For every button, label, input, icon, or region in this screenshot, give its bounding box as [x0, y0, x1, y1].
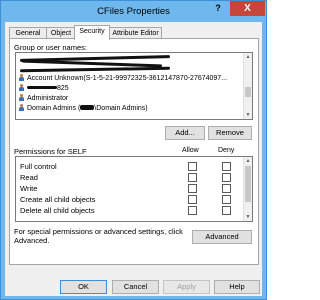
permissions-scrollbar[interactable]: ▲ ▼ — [243, 157, 252, 221]
help-button[interactable]: Help — [214, 280, 260, 294]
group-names-label: Group or user names: — [14, 43, 87, 52]
tab-security[interactable]: Security — [74, 25, 110, 40]
scroll-down-icon[interactable]: ▼ — [244, 111, 252, 119]
redaction-mark — [27, 86, 57, 89]
user-icon — [18, 94, 25, 101]
deny-column-header: Deny — [218, 147, 235, 154]
close-button[interactable]: X — [230, 1, 265, 16]
deny-read-checkbox[interactable] — [222, 173, 231, 182]
allow-write-checkbox[interactable] — [188, 184, 197, 193]
ok-button[interactable]: OK — [60, 280, 107, 294]
permission-label: Delete all child objects — [20, 206, 95, 215]
list-item[interactable]: Administrator — [18, 94, 68, 103]
security-panel: Group or user names: Account Unknown(S-1… — [9, 38, 259, 265]
special-permissions-text: For special permissions or advanced sett… — [14, 227, 183, 245]
scroll-up-icon[interactable]: ▲ — [244, 157, 252, 165]
scroll-thumb[interactable] — [245, 87, 251, 97]
help-title-button[interactable]: ? — [207, 1, 229, 16]
list-item-label: Administrator — [27, 95, 69, 102]
group-icon — [18, 84, 25, 91]
scroll-thumb[interactable] — [245, 166, 251, 202]
scroll-down-icon[interactable]: ▼ — [244, 213, 252, 221]
list-item-label: Account Unknown(S-1-5-21-99972325-361214… — [27, 75, 228, 82]
group-list[interactable]: Account Unknown(S-1-5-21-99972325-361214… — [15, 52, 253, 120]
allow-full-control-checkbox[interactable] — [188, 162, 197, 171]
remove-button[interactable]: Remove — [208, 126, 252, 140]
properties-window: CFiles Properties ? X General Object Sec… — [0, 0, 267, 300]
deny-create-child-checkbox[interactable] — [222, 195, 231, 204]
redaction-mark — [80, 105, 95, 110]
deny-delete-child-checkbox[interactable] — [222, 206, 231, 215]
list-item[interactable]: Domain Admins ( \Domain Admins) — [18, 104, 148, 113]
title-bar[interactable]: CFiles Properties ? X — [1, 1, 266, 21]
allow-delete-child-checkbox[interactable] — [188, 206, 197, 215]
permissions-list: Full control Read Write Create all child… — [15, 156, 253, 222]
permission-label: Full control — [20, 162, 57, 171]
dialog-body: General Object Security Attribute Editor… — [5, 22, 262, 296]
list-item-label: Domain Admins ( — [27, 105, 81, 112]
list-item-label: \Domain Admins) — [94, 105, 148, 112]
permission-label: Create all child objects — [20, 195, 96, 204]
allow-read-checkbox[interactable] — [188, 173, 197, 182]
add-button[interactable]: Add... — [165, 126, 205, 140]
user-icon — [18, 74, 25, 81]
apply-button[interactable]: Apply — [163, 280, 210, 294]
permission-label: Read — [20, 173, 38, 182]
advanced-button[interactable]: Advanced — [192, 230, 252, 244]
allow-create-child-checkbox[interactable] — [188, 195, 197, 204]
group-list-scrollbar[interactable]: ▲ ▼ — [243, 53, 252, 119]
permission-label: Write — [20, 184, 38, 193]
list-item-label: 825 — [57, 85, 69, 92]
permissions-title: Permissions for SELF — [14, 147, 87, 156]
deny-full-control-checkbox[interactable] — [222, 162, 231, 171]
list-item[interactable]: 825 — [18, 84, 69, 93]
redaction-mark — [19, 66, 171, 73]
deny-write-checkbox[interactable] — [222, 184, 231, 193]
list-item[interactable]: Account Unknown(S-1-5-21-99972325-361214… — [18, 74, 227, 83]
group-icon — [18, 104, 25, 111]
cancel-button[interactable]: Cancel — [112, 280, 159, 294]
scroll-up-icon[interactable]: ▲ — [244, 53, 252, 61]
allow-column-header: Allow — [182, 147, 199, 154]
